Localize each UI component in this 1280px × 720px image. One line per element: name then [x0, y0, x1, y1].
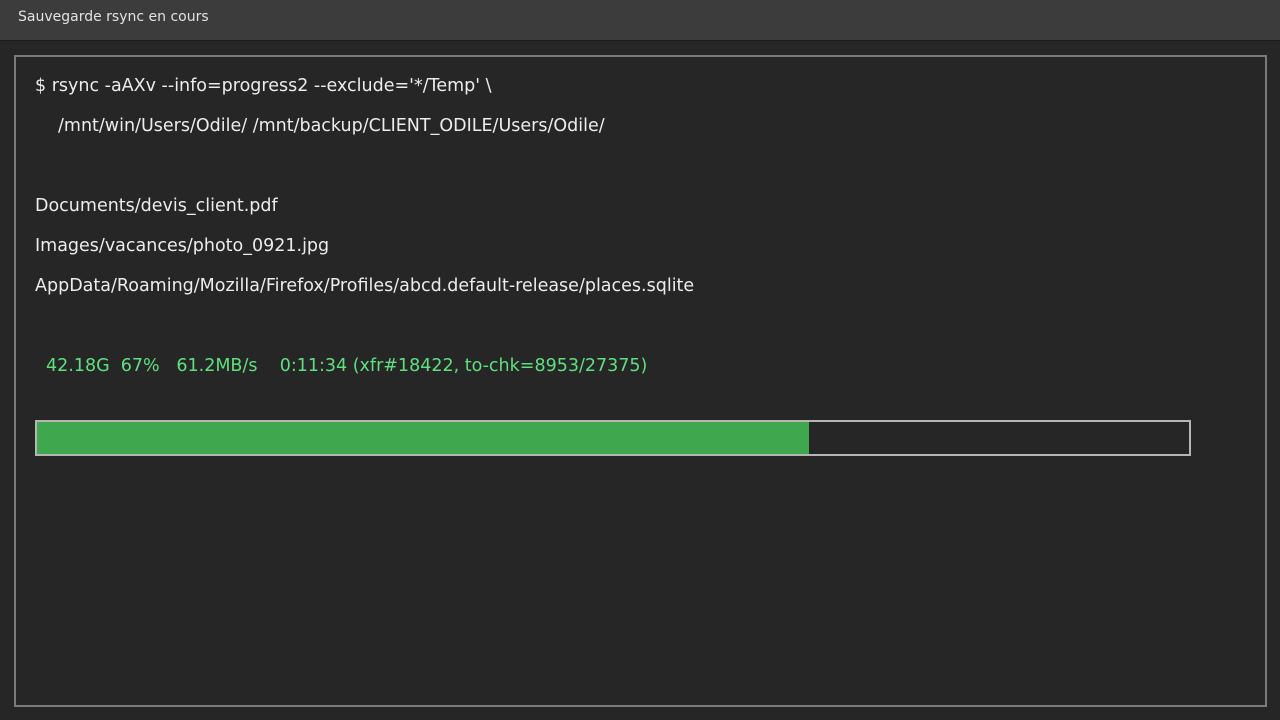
- progress-bar-fill: [37, 422, 809, 454]
- terminal-panel[interactable]: $ rsync -aAXv --info=progress2 --exclude…: [14, 55, 1267, 707]
- command-line: $ rsync -aAXv --info=progress2 --exclude…: [35, 76, 492, 96]
- window-title: Sauvegarde rsync en cours: [18, 9, 209, 25]
- progress-bar: [35, 420, 1191, 456]
- file-line: Documents/devis_client.pdf: [35, 196, 278, 216]
- command-continuation-line: /mnt/win/Users/Odile/ /mnt/backup/CLIENT…: [58, 116, 605, 136]
- file-line: Images/vacances/photo_0921.jpg: [35, 236, 330, 256]
- progress-status-line: 42.18G 67% 61.2MB/s 0:11:34 (xfr#18422, …: [46, 356, 648, 376]
- window-titlebar: Sauvegarde rsync en cours: [0, 0, 1280, 41]
- file-line: AppData/Roaming/Mozilla/Firefox/Profiles…: [35, 276, 695, 296]
